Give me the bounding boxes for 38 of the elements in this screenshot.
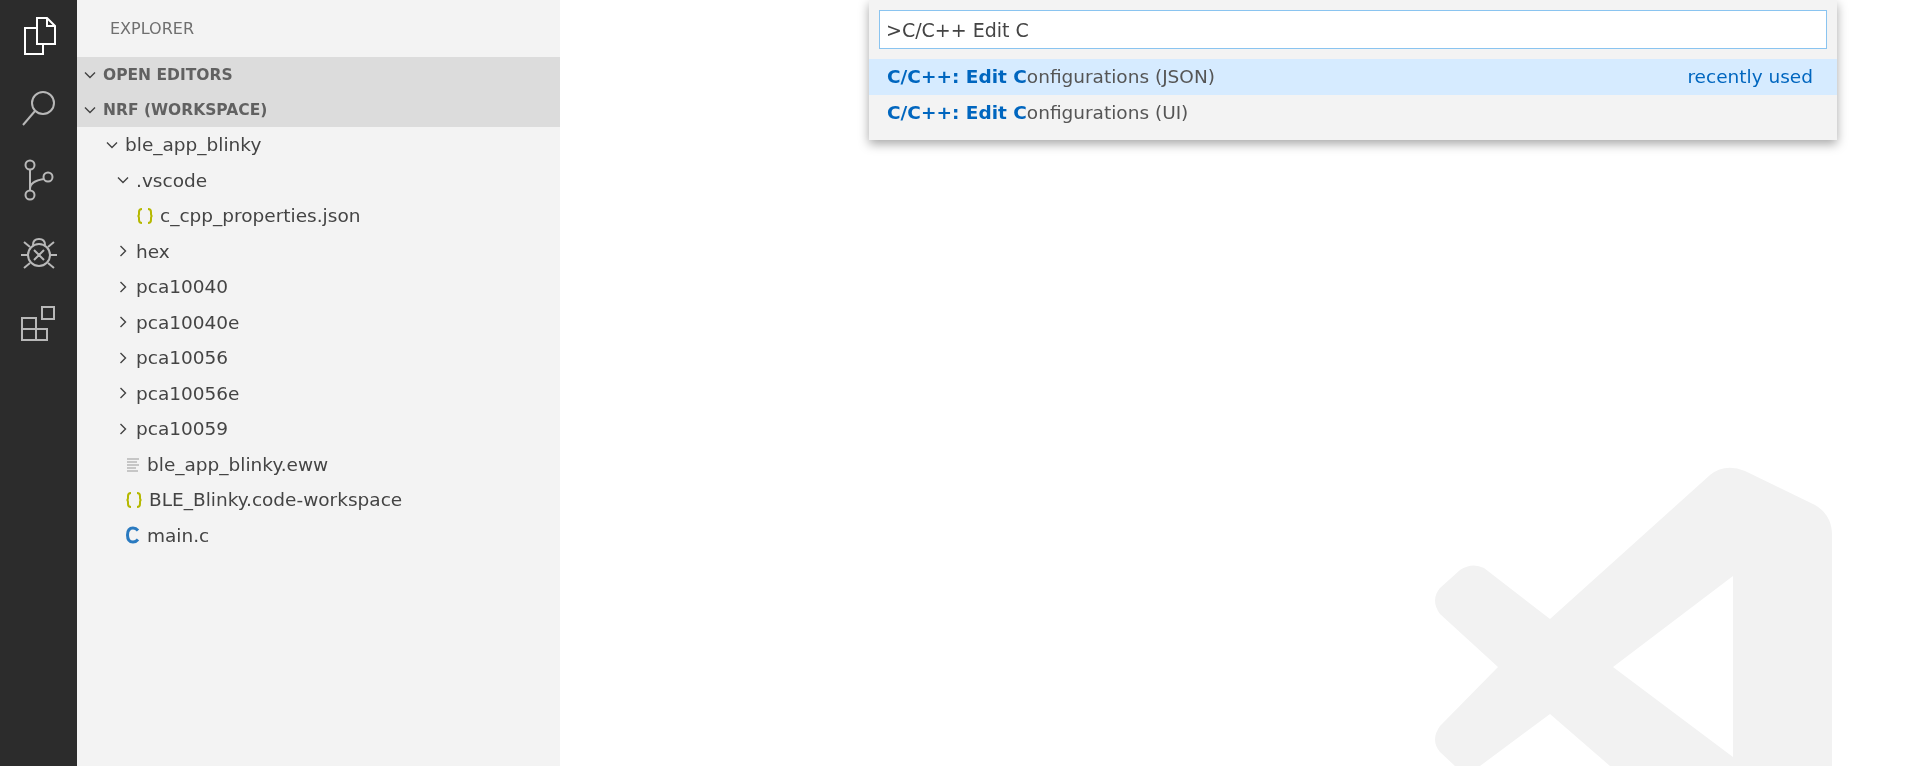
folder-item[interactable]: .vscode — [77, 162, 560, 198]
item-label: pca10040 — [136, 276, 229, 298]
search-icon — [19, 88, 58, 128]
command-hint: recently used — [1687, 66, 1813, 88]
item-label: ble_app_blinky — [125, 134, 262, 156]
folder-item[interactable]: pca10056e — [77, 375, 560, 411]
folder-item[interactable]: pca10059 — [77, 411, 560, 447]
folder-item[interactable]: pca10040 — [77, 269, 560, 305]
section-title[interactable]: OPEN EDITORS — [103, 65, 233, 84]
item-label: pca10056e — [136, 382, 240, 404]
item-label: c_cpp_properties.json — [160, 205, 361, 227]
command-input[interactable]: >C/C++ Edit C — [879, 10, 1827, 49]
item-label: ble_app_blinky.eww — [147, 453, 329, 475]
file-item[interactable]: main.c — [77, 517, 560, 553]
item-label: pca10059 — [136, 418, 229, 440]
item-label: pca10040e — [136, 311, 240, 333]
item-label: BLE_Blinky.code-workspace — [149, 489, 403, 511]
braces-icon — [136, 206, 154, 225]
command-label: C/C++: Edit Configurations (UI) — [887, 101, 1189, 123]
command-label: C/C++: Edit Configurations (JSON) — [887, 66, 1215, 88]
sidebar-title: EXPLORER — [109, 18, 195, 40]
section-title[interactable]: NRF (WORKSPACE) — [103, 100, 268, 119]
text-file-icon — [125, 456, 141, 473]
folder-item[interactable]: ble_app_blinky — [77, 127, 560, 163]
item-label: main.c — [147, 524, 210, 546]
item-label: .vscode — [136, 169, 208, 191]
item-label: hex — [136, 240, 170, 262]
file-item[interactable]: ble_app_blinky.eww — [77, 446, 560, 482]
file-item[interactable]: BLE_Blinky.code-workspace — [77, 482, 560, 518]
folder-item[interactable]: pca10056 — [77, 340, 560, 376]
braces-icon — [125, 490, 143, 509]
command-result[interactable]: C/C++: Edit Configurations (UI) — [869, 94, 1837, 130]
c-file-icon — [125, 526, 141, 545]
file-item[interactable]: c_cpp_properties.json — [77, 198, 560, 234]
command-result[interactable]: C/C++: Edit Configurations (JSON) recently used — [869, 59, 1837, 95]
folder-item[interactable]: hex — [77, 233, 560, 269]
item-label: pca10056 — [136, 347, 229, 369]
folder-item[interactable]: pca10040e — [77, 304, 560, 340]
